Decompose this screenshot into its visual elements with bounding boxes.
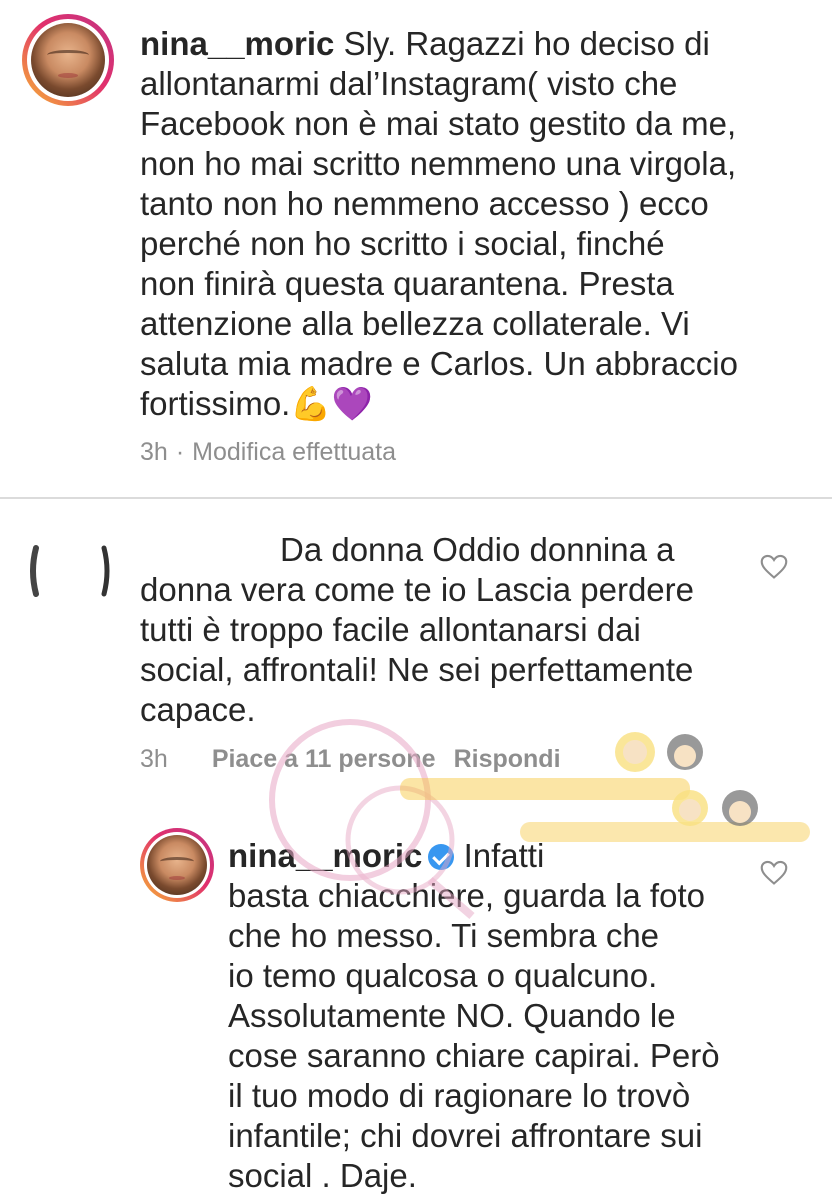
comment-time[interactable]: 3h [140, 745, 168, 773]
comment-username[interactable]: nina__moric [140, 25, 334, 62]
comment-time[interactable]: 3h [140, 438, 168, 466]
reply-button[interactable]: Rispondi [454, 745, 561, 773]
reply-username[interactable]: nina__moric [228, 837, 422, 874]
heart-outline-icon[interactable] [760, 554, 788, 580]
avatar[interactable] [22, 14, 114, 106]
heart-outline-icon[interactable] [760, 860, 788, 886]
edited-label: Modifica effettuata [192, 438, 396, 466]
verified-badge-icon [428, 844, 455, 870]
reply-body: Infatti basta chiacchiere, guarda la fot… [228, 837, 720, 1194]
avatar[interactable] [30, 542, 110, 600]
comment-body: Sly. Ragazzi ho deciso di allontanarmi d… [140, 25, 738, 422]
avatar[interactable] [140, 828, 214, 902]
divider [0, 497, 832, 499]
comment-meta: 3h · Modifica effettuata [140, 438, 414, 467]
reply-text: nina__moric Infatti basta chiacchiere, g… [228, 836, 748, 1196]
comment-meta: 3h Piace a 11 persone Rispondi [140, 745, 579, 774]
comment-body: Da donna Oddio donnina a donna vera come… [140, 531, 695, 728]
comment-emoji: 💪💜 [290, 385, 373, 422]
comment-text: nina__moric Sly. Ragazzi ho deciso di al… [140, 24, 820, 424]
likes-count[interactable]: Piace a 11 persone [212, 745, 436, 773]
meta-separator: · [175, 438, 185, 466]
